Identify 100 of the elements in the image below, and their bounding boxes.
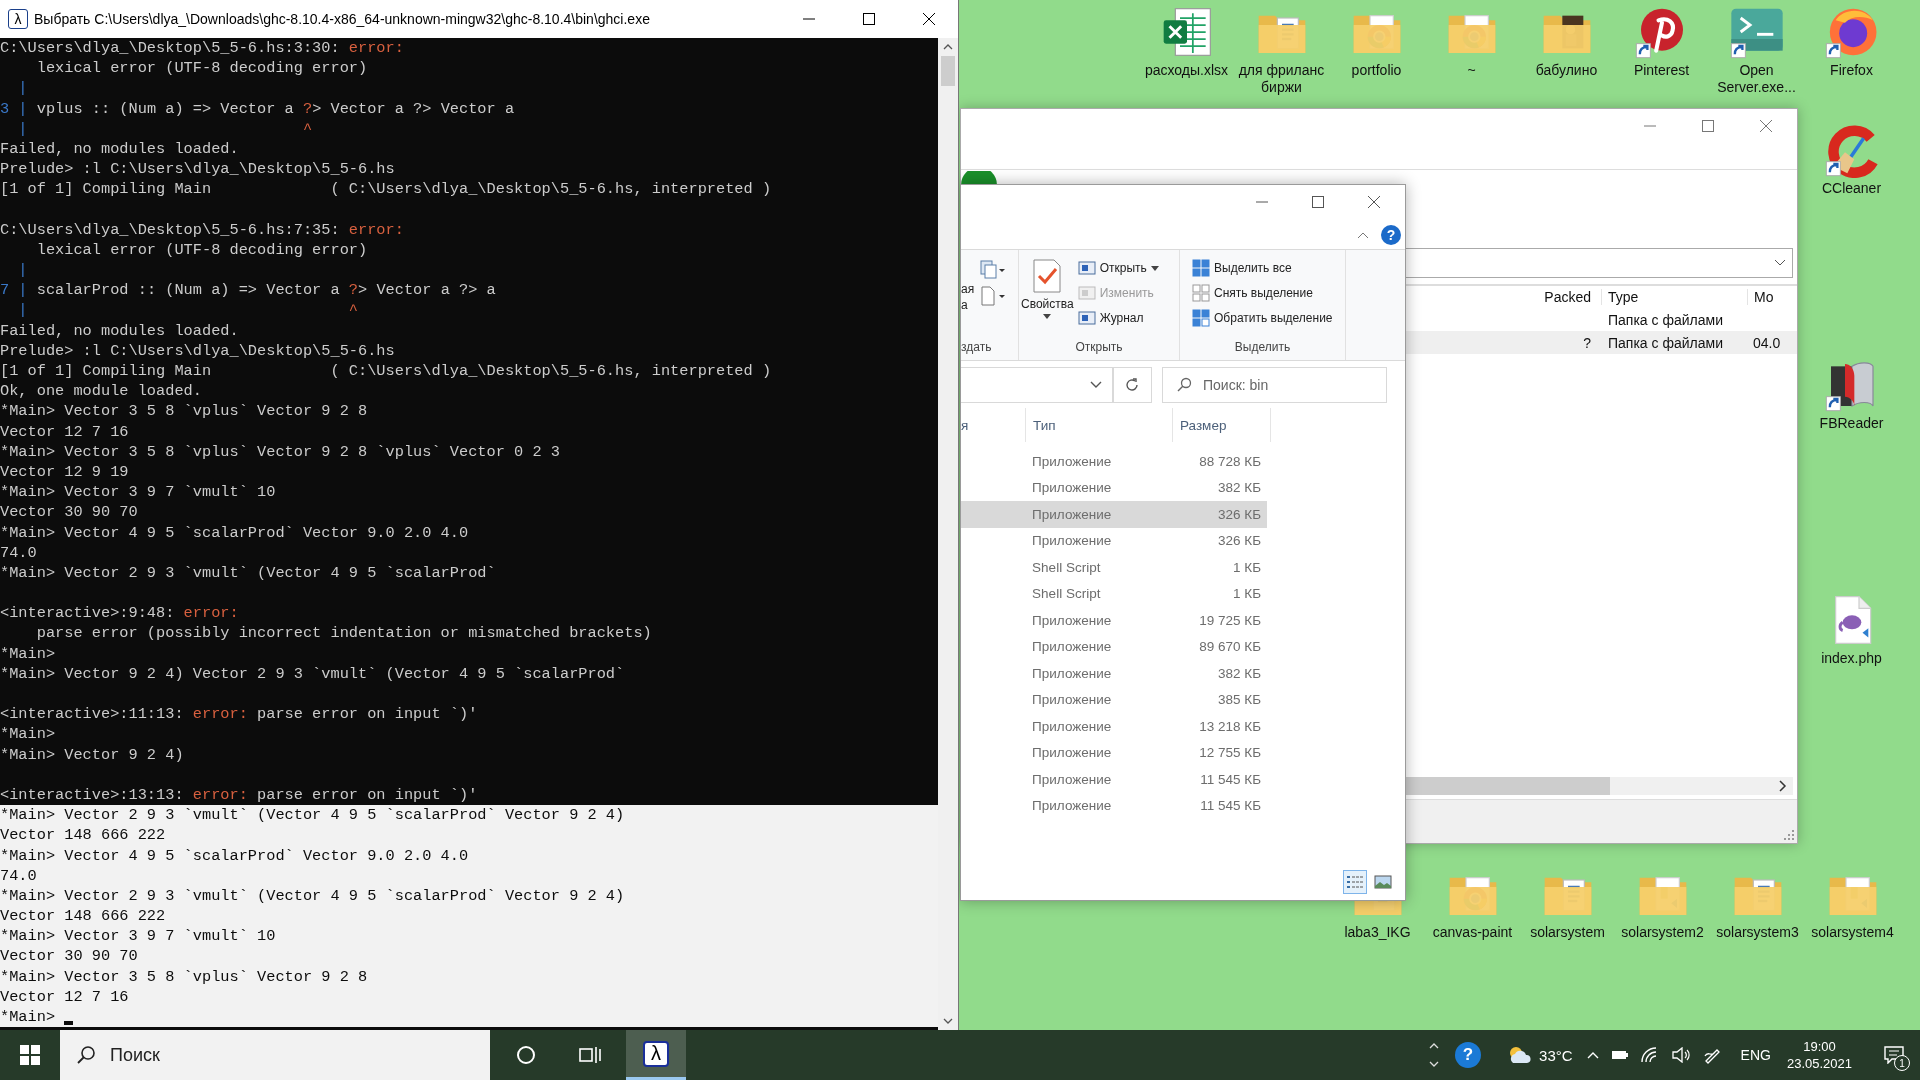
taskbar-app-button[interactable]: λ — [626, 1030, 686, 1080]
vertical-scrollbar[interactable] — [938, 38, 958, 1030]
desktop-icon-label[interactable]: canvas-paint — [1432, 924, 1513, 941]
desktop-icon-label[interactable]: бабулино — [1535, 62, 1598, 79]
table-cell: 1 КБ — [1233, 559, 1261, 575]
help-button[interactable]: ? — [1381, 225, 1401, 245]
console-line: [1 of 1] Compiling Main ( C:\Users\dlya_\Desktop\5_5-6.hs, interpreted ) — [0, 361, 772, 382]
file-row[interactable]: Приложение 12 755 КБ — [961, 739, 1267, 766]
column-header[interactable]: Packed — [1405, 289, 1601, 305]
console-line: <interactive>:13:13: error: parse error on input `)' — [0, 784, 478, 806]
desktop-icon-label[interactable]: solarsystem — [1530, 924, 1605, 941]
refresh-button[interactable] — [1112, 367, 1152, 403]
ribbon-label[interactable]: а — [961, 298, 975, 312]
desktop-icon-label[interactable]: solarsystem2 — [1621, 924, 1704, 941]
console-line: | ^ — [17, 118, 313, 139]
file-row[interactable]: Приложение 326 КБ — [961, 501, 1267, 528]
desktop-icon-label[interactable]: portfolio — [1351, 62, 1402, 79]
file-row[interactable]: Приложение 382 КБ — [961, 474, 1267, 501]
file-row[interactable]: Приложение 385 КБ — [961, 686, 1267, 713]
desktop-icon-label[interactable]: index.php — [1821, 650, 1882, 667]
table-cell: Приложение — [1032, 771, 1112, 787]
arrow-right-icon[interactable] — [1779, 780, 1787, 792]
file-row[interactable]: Приложение 11 545 КБ — [961, 766, 1267, 793]
column-header[interactable]: Тип — [1026, 408, 1173, 442]
close-icon[interactable] — [923, 13, 935, 25]
desktop-icon-label[interactable]: ~ — [1467, 62, 1476, 79]
table-cell: Приложение — [1032, 612, 1112, 628]
ribbon-button[interactable]: Журнал — [1075, 307, 1161, 329]
column-header[interactable]: Размер — [1173, 408, 1271, 442]
file-row[interactable]: Приложение 88 728 КБ — [961, 448, 1267, 475]
ribbon-button[interactable]: Обратить выделение — [1190, 307, 1345, 329]
ribbon-label[interactable]: ая — [961, 282, 975, 296]
column-header[interactable]: Mo — [1747, 289, 1797, 305]
table-cell: 326 КБ — [1218, 533, 1261, 549]
desktop-icon-label[interactable]: Pinterest — [1633, 62, 1690, 79]
collapse-ribbon-icon[interactable] — [1357, 231, 1369, 239]
desktop-icon-label[interactable]: FBReader — [1819, 415, 1884, 432]
column-header[interactable]: я — [961, 408, 1026, 442]
battery-icon[interactable] — [1610, 1049, 1629, 1061]
desktop-icon-label[interactable]: CCleaner — [1821, 180, 1882, 197]
file-row[interactable]: Приложение 13 218 КБ — [961, 713, 1267, 740]
scrollbar-thumb[interactable] — [1405, 777, 1610, 795]
scrollbar-thumb[interactable] — [941, 56, 955, 86]
refresh-icon[interactable] — [1124, 377, 1141, 393]
ribbon-button[interactable]: Открыть — [1075, 257, 1161, 279]
maximize-icon[interactable] — [1312, 196, 1324, 208]
file-row[interactable]: Shell Script 1 КБ — [961, 580, 1267, 607]
windows-logo-icon[interactable] — [20, 1045, 40, 1065]
console-line: lexical error (UTF-8 decoding error) — [35, 58, 368, 79]
desktop-icon-label[interactable]: solarsystem3 — [1716, 924, 1799, 941]
maximize-icon[interactable] — [863, 13, 875, 25]
app-icon[interactable]: λ — [8, 9, 28, 29]
copy-icon[interactable] — [980, 260, 1007, 280]
table-cell: Приложение — [1032, 506, 1112, 522]
path-dropdown[interactable] — [1405, 248, 1793, 278]
notification-count: 1 — [1894, 1055, 1910, 1071]
table-cell: Приложение — [1032, 718, 1112, 734]
notifications-button[interactable]: 1 — [1874, 1035, 1914, 1075]
desktop-icon-label[interactable]: Firefox — [1830, 62, 1873, 79]
console-line: *Main> Vector 4 9 5 `scalarProd` Vector 9.0 2.0 4.0 — [0, 845, 469, 866]
file-row[interactable]: Приложение 89 670 КБ — [961, 633, 1267, 660]
file-row[interactable]: Приложение 11 545 КБ — [961, 792, 1267, 819]
desktop-icon-label[interactable]: расходы.xlsx — [1144, 62, 1229, 79]
desktop-icon-label[interactable]: для фриланс биржи — [1235, 62, 1328, 96]
table-row[interactable]: ? Папка с файлами 04.0 — [1405, 331, 1797, 354]
volume-icon[interactable] — [1670, 1047, 1691, 1063]
help-button[interactable]: ? — [1455, 1042, 1482, 1068]
task-view-icon[interactable] — [579, 1045, 601, 1065]
horizontal-scrollbar[interactable] — [1405, 777, 1793, 795]
search-field[interactable]: Поиск — [60, 1030, 490, 1080]
search-field[interactable]: Поиск: bin — [1162, 367, 1387, 403]
clock[interactable]: 19:00 23.05.2021 — [1786, 1038, 1852, 1072]
weather-icon[interactable] — [1507, 1045, 1534, 1065]
arrow-down-icon[interactable] — [943, 1018, 953, 1024]
broom-icon[interactable] — [1823, 122, 1880, 178]
ribbon-button[interactable]: Снять выделение — [1190, 282, 1345, 304]
file-row[interactable]: Приложение 326 КБ — [961, 527, 1267, 554]
arrow-up-icon[interactable] — [943, 44, 953, 50]
console-line: *Main> Vector 3 9 7 `vmult` 10 — [0, 926, 276, 947]
shortcut-arrow-icon — [1730, 43, 1746, 59]
language-indicator[interactable]: ENG — [1740, 1047, 1771, 1063]
resize-grip-icon[interactable] — [1784, 830, 1794, 840]
console-line: Vector 12 7 16 — [0, 986, 129, 1007]
circle-icon[interactable] — [516, 1045, 536, 1065]
new-item-icon[interactable] — [980, 286, 1007, 306]
desktop-icon-label[interactable]: laba3_IKG — [1344, 924, 1411, 941]
column-header[interactable]: Type — [1601, 289, 1747, 305]
table-row[interactable]: Папка с файлами — [1405, 308, 1797, 331]
ribbon-button[interactable]: Выделить все — [1190, 257, 1345, 279]
weather-temperature[interactable]: 33°C — [1539, 1046, 1573, 1064]
file-row[interactable]: Shell Script 1 КБ — [961, 554, 1267, 581]
close-icon[interactable] — [1368, 196, 1380, 208]
wifi-icon[interactable] — [1640, 1047, 1659, 1063]
desktop-icon-label[interactable]: Open Server.exe... — [1710, 62, 1803, 96]
properties-button[interactable]: Свойства — [1019, 254, 1076, 340]
console-line: lexical error (UTF-8 decoding error) — [35, 239, 368, 261]
caret-up-icon[interactable] — [1586, 1051, 1599, 1059]
desktop-icon-label[interactable]: solarsystem4 — [1811, 924, 1894, 941]
file-row[interactable]: Приложение 382 КБ — [961, 660, 1267, 687]
file-row[interactable]: Приложение 19 725 КБ — [961, 607, 1267, 634]
